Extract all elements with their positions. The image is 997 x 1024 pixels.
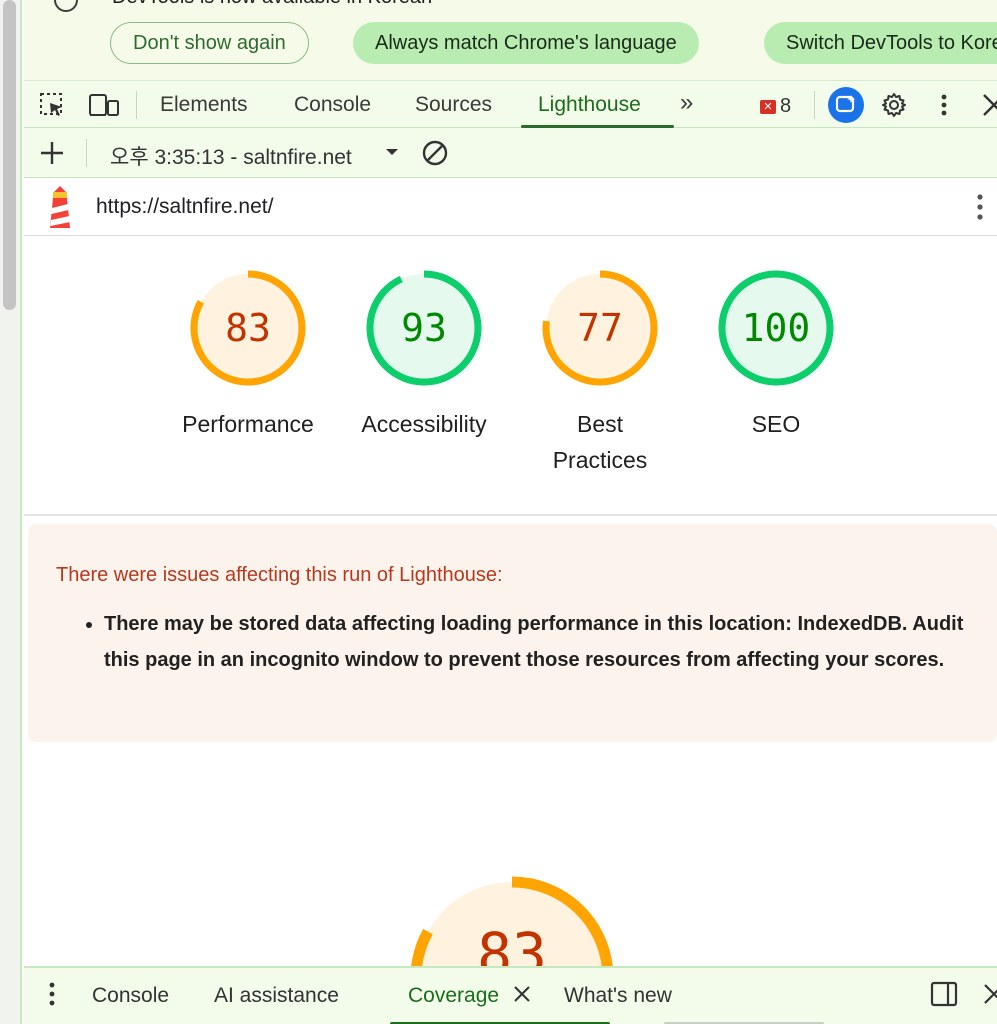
toolbar-separator <box>86 139 87 167</box>
close-coverage-tab-icon[interactable] <box>513 985 531 1003</box>
tab-sources[interactable]: Sources <box>415 93 492 117</box>
gauge-label: Performance <box>182 411 314 437</box>
tab-lighthouse[interactable]: Lighthouse <box>538 93 641 117</box>
tab-console[interactable]: Console <box>294 93 371 117</box>
ai-assistance-icon[interactable] <box>828 87 864 123</box>
gauge-ring: 77 <box>542 270 658 386</box>
gauge-label: SEO <box>751 411 801 437</box>
main-toolbar: Elements Console Sources Lighthouse » ✕ … <box>24 80 997 128</box>
drawer-tab-coverage[interactable]: Coverage <box>408 984 499 1008</box>
gauge-label: Accessibility <box>361 411 487 437</box>
report-url-bar: https://saltnfire.net/ <box>24 178 997 236</box>
warning-title: There were issues affecting this run of … <box>56 564 503 586</box>
close-icon[interactable] <box>980 91 997 119</box>
drawer-tab-whats-new[interactable]: What's new <box>564 984 672 1008</box>
gauge-value: 93 <box>401 306 447 350</box>
gauge-ring: 100 <box>718 270 834 386</box>
more-options-icon[interactable] <box>930 91 958 119</box>
more-tabs-chevron-icon[interactable]: » <box>680 89 693 117</box>
switch-language-button[interactable]: Switch DevTools to Korean <box>764 22 997 64</box>
plus-icon[interactable] <box>38 139 66 167</box>
close-drawer-icon[interactable] <box>982 982 997 1006</box>
infobar-message: DevTools is now available in Korean <box>112 0 432 9</box>
toolbar-separator <box>814 91 815 119</box>
gauge-seo[interactable]: 100 SEO <box>696 268 856 442</box>
dont-show-again-button[interactable]: Don't show again <box>110 22 309 64</box>
tab-elements[interactable]: Elements <box>160 93 248 117</box>
gauge-ring: 83 <box>190 270 306 386</box>
toolbar-separator <box>136 91 137 119</box>
error-count: 8 <box>780 95 792 117</box>
match-language-button[interactable]: Always match Chrome's language <box>353 22 699 64</box>
error-count-badge[interactable]: ✕ 8 <box>760 95 791 118</box>
gauge-label: Best Practices <box>552 411 648 473</box>
gauge-best-practices[interactable]: 77 Best Practices <box>520 268 680 478</box>
page-scrollbar[interactable] <box>3 0 16 310</box>
report-select[interactable]: 오후 3:35:13 - saltnfire.net <box>110 141 352 171</box>
drawer-toolbar: Console AI assistance Coverage What's ne… <box>24 966 997 1024</box>
gauge-value: 77 <box>577 306 623 350</box>
gauge-ring: 93 <box>366 270 482 386</box>
inspect-element-icon[interactable] <box>38 91 66 119</box>
report-select-label: 오후 3:35:13 - saltnfire.net <box>110 146 352 169</box>
score-gauges: 83 Performance 93 Accessibility 77 Best Pract… <box>24 236 997 516</box>
error-icon: ✕ <box>760 99 776 114</box>
run-warnings: There were issues affecting this run of … <box>28 524 997 742</box>
lighthouse-toolbar: 오후 3:35:13 - saltnfire.net <box>24 128 997 178</box>
drawer-tab-console[interactable]: Console <box>92 984 169 1008</box>
lighthouse-logo-icon <box>50 186 70 228</box>
drawer-tab-ai-assistance[interactable]: AI assistance <box>214 984 339 1008</box>
devtools-panel: DevTools is now available in Korean Don'… <box>24 0 997 1024</box>
gauge-accessibility[interactable]: 93 Accessibility <box>344 268 504 442</box>
gauge-value: 83 <box>225 306 271 350</box>
gear-icon[interactable] <box>880 91 908 119</box>
language-infobar: DevTools is now available in Korean Don'… <box>24 0 997 80</box>
page-gutter <box>0 0 22 1024</box>
chevron-down-icon[interactable] <box>382 140 402 164</box>
warning-item: There may be stored data affecting loadi… <box>104 606 964 678</box>
drawer-menu-icon[interactable] <box>42 980 62 1010</box>
clear-icon[interactable] <box>420 138 450 168</box>
gauge-performance[interactable]: 83 Performance <box>168 268 328 442</box>
device-toolbar-icon[interactable] <box>88 91 120 119</box>
report-menu-icon[interactable] <box>970 192 990 222</box>
gauge-value: 100 <box>742 306 811 350</box>
warning-list: There may be stored data affecting loadi… <box>104 606 964 678</box>
dock-side-icon[interactable] <box>930 980 958 1008</box>
info-icon <box>54 0 78 12</box>
report-url[interactable]: https://saltnfire.net/ <box>96 195 273 219</box>
